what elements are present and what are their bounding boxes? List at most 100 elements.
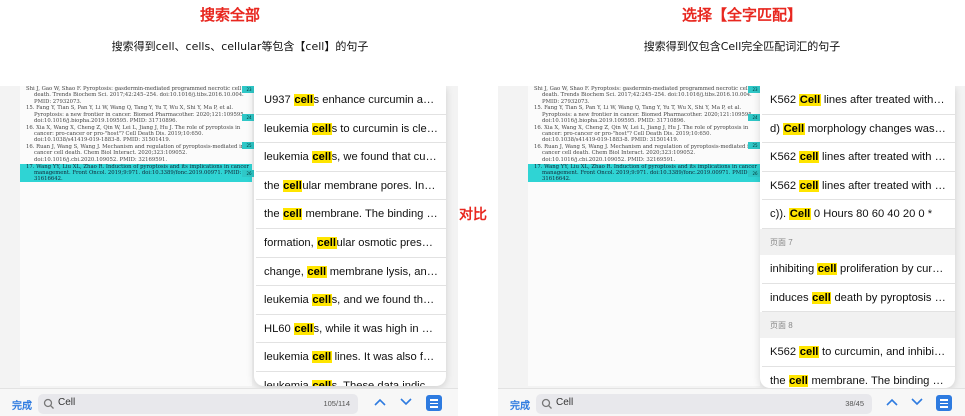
doc-reference-highlighted: 17. Wang YY, Liu XL, Zhao R. Induction o… xyxy=(20,163,252,183)
search-result-item[interactable]: d) Cell morphology changes was an... xyxy=(762,115,955,144)
search-result-item[interactable]: HL60 cells, while it was high in curc... xyxy=(256,315,446,344)
result-text-after: s, and we found that G... xyxy=(331,294,446,307)
match-highlight: cell xyxy=(293,322,314,335)
search-result-item[interactable]: K562 cell lines after treated with cu... xyxy=(762,172,955,201)
search-result-item[interactable]: inhibiting cell proliferation by curcu..… xyxy=(762,255,955,284)
chevron-up-icon[interactable] xyxy=(886,397,898,407)
result-text-after: s enhance curcumin anti-l... xyxy=(313,94,446,106)
search-result-item[interactable]: leukemia cells to curcumin is clearly... xyxy=(256,115,446,144)
result-text-after: proliferation by curcu... xyxy=(836,262,954,275)
result-text-before: the xyxy=(264,179,283,192)
result-text-after: membrane. The binding cou... xyxy=(302,208,446,221)
search-result-item[interactable]: c)). Cell 0 Hours 80 60 40 20 0 * xyxy=(762,200,955,229)
result-text-before: induces xyxy=(770,291,812,304)
result-text-before: HL60 xyxy=(264,322,294,335)
match-count: 105/114 xyxy=(323,399,350,408)
search-result-item[interactable]: leukemia cells. These data indicate... xyxy=(256,372,446,386)
result-text-after: lines after treated with cu... xyxy=(818,179,955,192)
result-text-after: to curcumin, and inhibitio... xyxy=(818,346,955,359)
result-text-after: ular membrane pores. In res... xyxy=(302,179,446,192)
result-text-before: K562 xyxy=(770,179,800,192)
left-title: 搜索全部 xyxy=(199,6,261,24)
doc-reference: 16. Xia X, Wang X, Cheng Z, Qin W, Lei L… xyxy=(534,124,749,144)
chevron-up-icon[interactable] xyxy=(374,397,386,407)
match-highlight: cell xyxy=(306,265,327,278)
result-text-before: leukemia xyxy=(264,151,312,164)
result-text-after: s. These data indicate... xyxy=(331,379,446,386)
search-result-item[interactable]: change, cell membrane lysis, and p... xyxy=(256,258,446,287)
doc-reference: 16. Ruan J, Wang S, Wang J. Mechanism an… xyxy=(534,144,753,163)
result-text-after: ular osmotic pressure... xyxy=(336,236,446,249)
match-highlight: Cell xyxy=(789,208,811,221)
document-page: Shi J, Gao W, Shao F. Pyroptosis: gasder… xyxy=(20,86,252,386)
done-button[interactable]: 完成 xyxy=(510,397,530,412)
right-screenshot: Shi J, Gao W, Shao F. Pyroptosis: gasder… xyxy=(498,86,965,416)
search-result-item[interactable]: the cell membrane. The binding cou... xyxy=(256,200,446,229)
result-text-before: U937 xyxy=(264,94,294,106)
search-result-item[interactable]: leukemia cell lines. It was also foun... xyxy=(256,343,446,372)
match-highlight: cell xyxy=(311,351,332,364)
match-highlight: cell xyxy=(282,208,303,221)
search-icon xyxy=(43,398,54,409)
search-result-item[interactable]: induces cell death by pyroptosis in... xyxy=(762,284,955,313)
result-text-before: c)). xyxy=(770,208,790,221)
search-result-item[interactable]: the cellular membrane pores. In res... xyxy=(256,172,446,201)
result-text-before: leukemia xyxy=(264,379,312,386)
match-highlight: cell xyxy=(788,374,809,387)
match-highlight: cell xyxy=(311,294,332,307)
document-page: Shi J, Gao W, Shao F. Pyroptosis: gasder… xyxy=(528,86,760,386)
result-text-after: morphology changes was an... xyxy=(804,122,955,135)
search-bar: 完成 Cell 105/114 xyxy=(0,388,458,416)
match-highlight: cell xyxy=(799,151,819,164)
match-highlight: cell xyxy=(311,122,332,135)
right-title: 选择【全字匹配】 xyxy=(681,6,803,24)
list-icon[interactable] xyxy=(426,395,442,411)
search-result-item[interactable]: K562 Cell lines after treated with cu... xyxy=(762,86,955,115)
result-text-before: d) xyxy=(770,122,784,135)
search-result-item[interactable]: K562 cell lines after treated with cu... xyxy=(762,143,955,172)
result-text-before: leukemia xyxy=(264,122,312,135)
search-results-list: K562 Cell lines after treated with cu...… xyxy=(760,86,955,229)
left-subtitle: 搜索得到cell、cells、cellular等包含【cell】的句子 xyxy=(111,40,369,53)
result-text-before: leukemia xyxy=(264,294,312,307)
match-highlight: Cell xyxy=(783,122,805,135)
result-text-after: lines. It was also foun... xyxy=(331,351,446,364)
match-highlight: cell xyxy=(316,236,337,249)
result-text-after: lines after treated with cu... xyxy=(818,151,955,164)
doc-reference: Shi J, Gao W, Shao F. Pyroptosis: gasder… xyxy=(26,86,244,105)
result-text-after: s to curcumin is clearly... xyxy=(331,122,446,135)
result-text-before: the xyxy=(770,374,789,387)
done-button[interactable]: 完成 xyxy=(12,397,32,412)
result-text-after: membrane lysis, and p... xyxy=(326,265,446,278)
search-result-item[interactable]: K562 cell to curcumin, and inhibitio... xyxy=(762,338,955,367)
search-results-panel: U937 cells enhance curcumin anti-l... leu… xyxy=(254,86,446,386)
result-text-after: 0 Hours 80 60 40 20 0 * xyxy=(810,208,933,221)
search-input[interactable]: Cell 105/114 xyxy=(38,394,358,414)
doc-reference: 15. Fang Y, Tian S, Pan Y, Li W, Wang Q,… xyxy=(534,105,754,124)
search-result-item[interactable]: formation, cellular osmotic pressure... xyxy=(256,229,446,258)
result-text-before: the xyxy=(264,208,283,221)
page-section-header: 页面 8 xyxy=(760,312,955,339)
match-highlight: cell xyxy=(811,291,832,304)
result-text-after: death by pyroptosis in... xyxy=(831,291,953,304)
match-highlight: Cell xyxy=(799,94,821,106)
match-highlight: cell xyxy=(282,179,303,192)
search-result-item[interactable]: leukemia cells, we found that curcu... xyxy=(256,143,446,172)
search-result-item[interactable]: U937 cells enhance curcumin anti-l... xyxy=(256,86,446,115)
search-query: Cell xyxy=(58,397,76,408)
chevron-down-icon[interactable] xyxy=(911,397,923,407)
search-result-item[interactable]: leukemia cells, and we found that G... xyxy=(256,286,446,315)
search-results-list: K562 cell to curcumin, and inhibitio... t… xyxy=(760,338,955,388)
list-icon[interactable] xyxy=(936,395,952,411)
match-highlight: cell xyxy=(311,151,332,164)
chevron-down-icon[interactable] xyxy=(400,397,412,407)
search-results-list: U937 cells enhance curcumin anti-l... leu… xyxy=(254,86,446,386)
match-highlight: cell xyxy=(799,179,819,192)
result-text-before: K562 xyxy=(770,94,800,106)
doc-reference: 16. Xia X, Wang X, Cheng Z, Qin W, Lei L… xyxy=(26,124,241,144)
search-result-item[interactable]: the cell membrane. The binding cou... xyxy=(762,367,955,388)
match-highlight: cell xyxy=(817,262,837,275)
doc-reference: Shi J, Gao W, Shao F. Pyroptosis: gasder… xyxy=(534,86,752,105)
search-input[interactable]: Cell 38/45 xyxy=(536,394,872,414)
result-text-before: K562 xyxy=(770,151,800,164)
